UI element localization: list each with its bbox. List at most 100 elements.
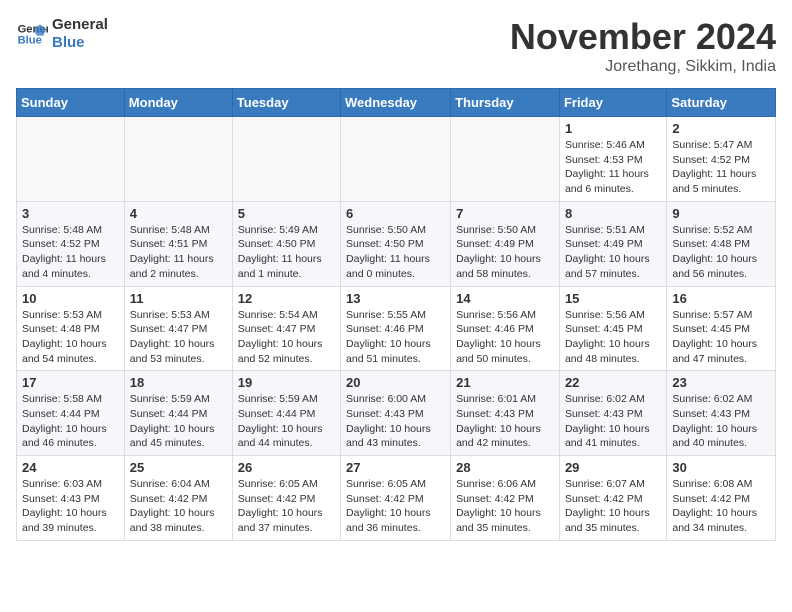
day-number: 29 [565, 460, 661, 475]
weekday-header-saturday: Saturday [667, 89, 776, 117]
day-number: 7 [456, 206, 554, 221]
calendar-cell: 26Sunrise: 6:05 AM Sunset: 4:42 PM Dayli… [232, 456, 340, 541]
calendar-table: SundayMondayTuesdayWednesdayThursdayFrid… [16, 88, 776, 541]
calendar-cell [17, 117, 125, 202]
weekday-header-row: SundayMondayTuesdayWednesdayThursdayFrid… [17, 89, 776, 117]
page-header: General Blue General Blue November 2024 … [16, 16, 776, 76]
weekday-header-sunday: Sunday [17, 89, 125, 117]
calendar-cell: 9 Sunrise: 5:52 AM Sunset: 4:48 PM Daylig… [667, 201, 776, 286]
day-number: 20 [346, 375, 445, 390]
day-detail: Sunrise: 6:04 AM Sunset: 4:42 PM Dayligh… [130, 477, 227, 536]
day-detail: Sunrise: 6:05 AM Sunset: 4:42 PM Dayligh… [238, 477, 335, 536]
day-number: 8 [565, 206, 661, 221]
calendar-cell: 11 Sunrise: 5:53 AM Sunset: 4:47 PM Dayli… [124, 286, 232, 371]
day-detail: Sunrise: 6:08 AM Sunset: 4:42 PM Dayligh… [672, 477, 770, 536]
calendar-cell: 22Sunrise: 6:02 AM Sunset: 4:43 PM Dayli… [559, 371, 666, 456]
calendar-cell: 3 Sunrise: 5:48 AM Sunset: 4:52 PM Daylig… [17, 201, 125, 286]
day-number: 23 [672, 375, 770, 390]
title-block: November 2024 Jorethang, Sikkim, India [510, 16, 776, 76]
day-detail: Sunrise: 5:53 AM Sunset: 4:48 PM Dayligh… [22, 308, 119, 367]
calendar-cell: 6Sunrise: 5:50 AM Sunset: 4:50 PM Daylig… [341, 201, 451, 286]
day-detail: Sunrise: 6:06 AM Sunset: 4:42 PM Dayligh… [456, 477, 554, 536]
calendar-week-2: 10 Sunrise: 5:53 AM Sunset: 4:48 PM Dayli… [17, 286, 776, 371]
calendar-cell: 7 Sunrise: 5:50 AM Sunset: 4:49 PM Daylig… [451, 201, 560, 286]
month-title: November 2024 [510, 16, 776, 58]
day-number: 3 [22, 206, 119, 221]
day-detail: Sunrise: 5:59 AM Sunset: 4:44 PM Dayligh… [130, 392, 227, 451]
calendar-cell: 28 Sunrise: 6:06 AM Sunset: 4:42 PM Dayli… [451, 456, 560, 541]
calendar-cell: 4Sunrise: 5:48 AM Sunset: 4:51 PM Daylig… [124, 201, 232, 286]
day-detail: Sunrise: 5:47 AM Sunset: 4:52 PM Dayligh… [672, 138, 770, 197]
day-detail: Sunrise: 5:52 AM Sunset: 4:48 PM Dayligh… [672, 223, 770, 282]
calendar-cell [341, 117, 451, 202]
calendar-cell: 15Sunrise: 5:56 AM Sunset: 4:45 PM Dayli… [559, 286, 666, 371]
day-detail: Sunrise: 5:50 AM Sunset: 4:49 PM Dayligh… [456, 223, 554, 282]
calendar-cell: 16 Sunrise: 5:57 AM Sunset: 4:45 PM Dayli… [667, 286, 776, 371]
calendar-cell: 21Sunrise: 6:01 AM Sunset: 4:43 PM Dayli… [451, 371, 560, 456]
day-number: 16 [672, 291, 770, 306]
day-number: 24 [22, 460, 119, 475]
logo-text-general: General [52, 16, 108, 34]
day-number: 6 [346, 206, 445, 221]
day-number: 13 [346, 291, 445, 306]
day-detail: Sunrise: 5:58 AM Sunset: 4:44 PM Dayligh… [22, 392, 119, 451]
day-detail: Sunrise: 5:57 AM Sunset: 4:45 PM Dayligh… [672, 308, 770, 367]
day-detail: Sunrise: 6:00 AM Sunset: 4:43 PM Dayligh… [346, 392, 445, 451]
day-number: 9 [672, 206, 770, 221]
day-detail: Sunrise: 6:02 AM Sunset: 4:43 PM Dayligh… [672, 392, 770, 451]
day-detail: Sunrise: 5:59 AM Sunset: 4:44 PM Dayligh… [238, 392, 335, 451]
day-detail: Sunrise: 5:53 AM Sunset: 4:47 PM Dayligh… [130, 308, 227, 367]
calendar-cell: 20 Sunrise: 6:00 AM Sunset: 4:43 PM Dayli… [341, 371, 451, 456]
svg-text:Blue: Blue [18, 35, 42, 47]
calendar-cell: 10 Sunrise: 5:53 AM Sunset: 4:48 PM Dayli… [17, 286, 125, 371]
day-number: 1 [565, 121, 661, 136]
calendar-cell: 12 Sunrise: 5:54 AM Sunset: 4:47 PM Dayli… [232, 286, 340, 371]
calendar-cell: 24 Sunrise: 6:03 AM Sunset: 4:43 PM Dayli… [17, 456, 125, 541]
weekday-header-thursday: Thursday [451, 89, 560, 117]
calendar-week-4: 24 Sunrise: 6:03 AM Sunset: 4:43 PM Dayli… [17, 456, 776, 541]
calendar-cell: 27Sunrise: 6:05 AM Sunset: 4:42 PM Dayli… [341, 456, 451, 541]
logo-icon: General Blue [16, 18, 48, 50]
day-number: 17 [22, 375, 119, 390]
calendar-cell: 30Sunrise: 6:08 AM Sunset: 4:42 PM Dayli… [667, 456, 776, 541]
weekday-header-wednesday: Wednesday [341, 89, 451, 117]
weekday-header-tuesday: Tuesday [232, 89, 340, 117]
calendar-cell: 17 Sunrise: 5:58 AM Sunset: 4:44 PM Dayli… [17, 371, 125, 456]
day-number: 12 [238, 291, 335, 306]
day-number: 22 [565, 375, 661, 390]
day-number: 2 [672, 121, 770, 136]
calendar-week-3: 17 Sunrise: 5:58 AM Sunset: 4:44 PM Dayli… [17, 371, 776, 456]
day-number: 10 [22, 291, 119, 306]
day-number: 11 [130, 291, 227, 306]
weekday-header-monday: Monday [124, 89, 232, 117]
day-number: 27 [346, 460, 445, 475]
calendar-cell [451, 117, 560, 202]
calendar-week-0: 1 Sunrise: 5:46 AM Sunset: 4:53 PM Daylig… [17, 117, 776, 202]
day-number: 5 [238, 206, 335, 221]
day-detail: Sunrise: 5:55 AM Sunset: 4:46 PM Dayligh… [346, 308, 445, 367]
day-detail: Sunrise: 6:03 AM Sunset: 4:43 PM Dayligh… [22, 477, 119, 536]
calendar-cell: 1 Sunrise: 5:46 AM Sunset: 4:53 PM Daylig… [559, 117, 666, 202]
day-detail: Sunrise: 5:54 AM Sunset: 4:47 PM Dayligh… [238, 308, 335, 367]
day-detail: Sunrise: 5:51 AM Sunset: 4:49 PM Dayligh… [565, 223, 661, 282]
day-number: 18 [130, 375, 227, 390]
day-number: 15 [565, 291, 661, 306]
day-detail: Sunrise: 6:01 AM Sunset: 4:43 PM Dayligh… [456, 392, 554, 451]
calendar-cell: 2 Sunrise: 5:47 AM Sunset: 4:52 PM Daylig… [667, 117, 776, 202]
day-detail: Sunrise: 5:46 AM Sunset: 4:53 PM Dayligh… [565, 138, 661, 197]
day-detail: Sunrise: 6:07 AM Sunset: 4:42 PM Dayligh… [565, 477, 661, 536]
logo: General Blue General Blue [16, 16, 108, 52]
calendar-cell: 18 Sunrise: 5:59 AM Sunset: 4:44 PM Dayli… [124, 371, 232, 456]
calendar-cell [124, 117, 232, 202]
day-number: 28 [456, 460, 554, 475]
day-detail: Sunrise: 5:49 AM Sunset: 4:50 PM Dayligh… [238, 223, 335, 282]
day-detail: Sunrise: 5:48 AM Sunset: 4:51 PM Dayligh… [130, 223, 227, 282]
calendar-cell: 8 Sunrise: 5:51 AM Sunset: 4:49 PM Daylig… [559, 201, 666, 286]
day-number: 25 [130, 460, 227, 475]
calendar-cell: 25 Sunrise: 6:04 AM Sunset: 4:42 PM Dayli… [124, 456, 232, 541]
day-number: 19 [238, 375, 335, 390]
day-detail: Sunrise: 5:48 AM Sunset: 4:52 PM Dayligh… [22, 223, 119, 282]
calendar-week-1: 3 Sunrise: 5:48 AM Sunset: 4:52 PM Daylig… [17, 201, 776, 286]
calendar-cell: 14Sunrise: 5:56 AM Sunset: 4:46 PM Dayli… [451, 286, 560, 371]
calendar-cell: 29 Sunrise: 6:07 AM Sunset: 4:42 PM Dayli… [559, 456, 666, 541]
